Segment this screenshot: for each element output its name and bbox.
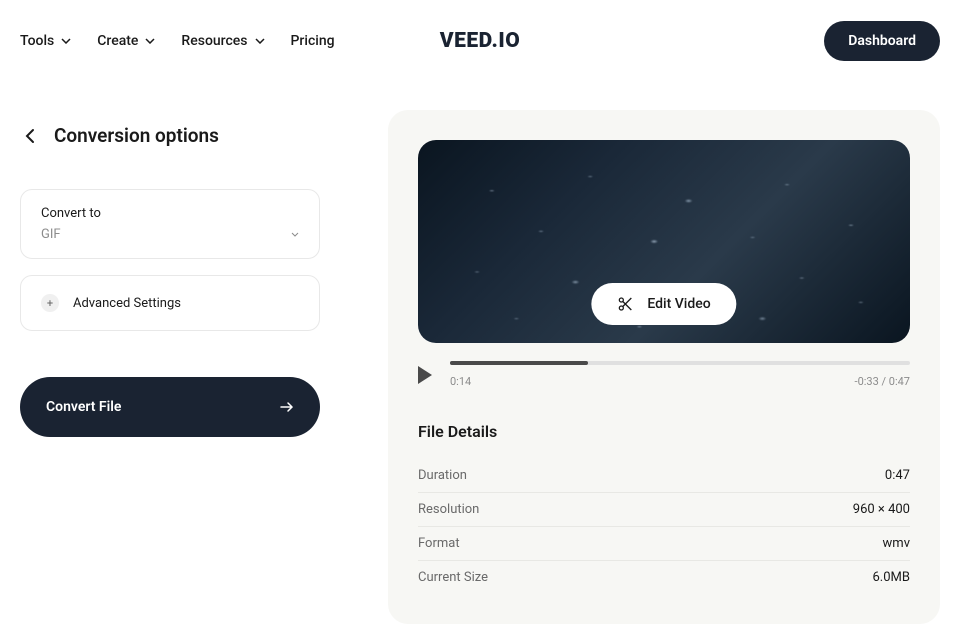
detail-value: 6.0MB [873,570,911,585]
detail-label: Format [418,536,460,551]
edit-video-button[interactable]: Edit Video [591,283,736,325]
back-arrow-icon[interactable] [20,126,40,146]
edit-video-label: Edit Video [647,296,710,312]
nav-resources[interactable]: Resources [181,33,264,49]
nav-label: Resources [181,33,247,49]
detail-row-size: Current Size 6.0MB [418,561,910,594]
convert-to-label: Convert to [41,206,299,221]
chevron-down-icon [61,38,71,44]
header: Tools Create Resources Pricing VEED.IO D… [0,0,960,82]
advanced-settings-card[interactable]: + Advanced Settings [20,275,320,331]
main: Conversion options Convert to GIF + Adva… [0,82,960,624]
progress-container: 0:14 -0:33 / 0:47 [450,361,910,388]
convert-to-card[interactable]: Convert to GIF [20,189,320,259]
panel-header: Conversion options [20,124,320,147]
play-button[interactable] [418,366,432,384]
player-controls: 0:14 -0:33 / 0:47 [418,361,910,388]
convert-file-button[interactable]: Convert File [20,377,320,437]
nav-label: Pricing [291,33,335,49]
scissors-icon [617,296,633,312]
plus-icon: + [41,294,59,312]
file-details: File Details Duration 0:47 Resolution 96… [418,422,910,594]
advanced-settings-label: Advanced Settings [73,296,181,311]
logo[interactable]: VEED.IO [440,29,520,53]
nav-label: Tools [20,33,54,49]
nav-pricing[interactable]: Pricing [291,33,335,49]
video-preview: Edit Video [418,140,910,343]
chevron-down-icon [255,38,265,44]
right-panel: Edit Video 0:14 -0:33 / 0:47 File Detail… [388,110,940,624]
detail-row-format: Format wmv [418,527,910,561]
detail-row-resolution: Resolution 960 × 400 [418,493,910,527]
file-details-title: File Details [418,422,910,441]
nav-create[interactable]: Create [97,33,155,49]
detail-label: Resolution [418,502,479,517]
progress-fill [450,361,588,365]
chevron-down-icon [291,232,299,237]
remaining-time: -0:33 / 0:47 [855,375,910,388]
detail-value: wmv [883,536,910,551]
convert-button-label: Convert File [46,399,121,415]
detail-label: Duration [418,468,467,483]
dashboard-button[interactable]: Dashboard [824,21,940,61]
convert-to-select[interactable]: GIF [41,227,299,242]
left-panel: Conversion options Convert to GIF + Adva… [20,82,320,624]
nav: Tools Create Resources Pricing [20,33,335,49]
progress-bar[interactable] [450,361,910,365]
convert-to-value: GIF [41,227,61,242]
time-labels: 0:14 -0:33 / 0:47 [450,375,910,388]
detail-value: 0:47 [885,468,910,483]
panel-title: Conversion options [54,124,219,147]
current-time: 0:14 [450,375,471,388]
nav-tools[interactable]: Tools [20,33,71,49]
chevron-down-icon [145,38,155,44]
arrow-right-icon [280,401,294,413]
detail-value: 960 × 400 [853,502,910,517]
detail-label: Current Size [418,570,488,585]
nav-label: Create [97,33,138,49]
detail-row-duration: Duration 0:47 [418,459,910,493]
